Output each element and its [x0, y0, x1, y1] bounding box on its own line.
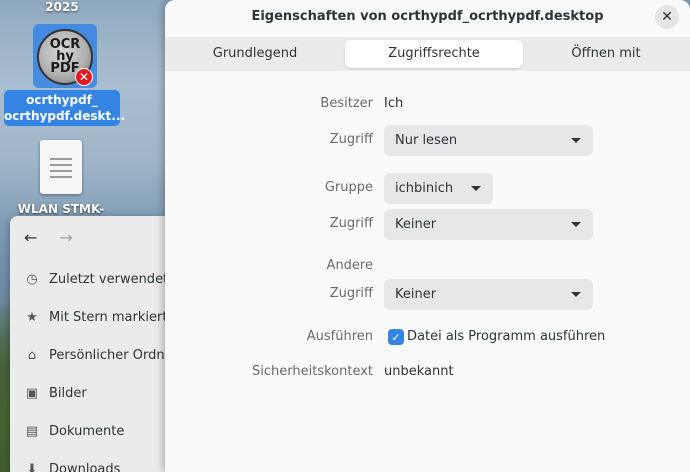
- group-dropdown[interactable]: ichbinich: [384, 173, 493, 204]
- desktop-icon-label-wlan[interactable]: WLAN STMK-: [6, 202, 116, 216]
- execute-checkbox[interactable]: ✓: [388, 329, 404, 345]
- pictures-icon: ▣: [25, 385, 39, 401]
- tab-zugriffsrechte[interactable]: Zugriffsrechte: [345, 40, 523, 68]
- security-context-label: Sicherheitskontext: [252, 364, 373, 379]
- group-value: ichbinich: [395, 181, 454, 196]
- others-access-value: Keiner: [395, 287, 437, 302]
- tab-bar: Grundlegend Zugriffsrechte Öffnen mit: [165, 37, 690, 71]
- tab-oeffnen-mit[interactable]: Öffnen mit: [535, 40, 677, 68]
- group-access-dropdown[interactable]: Keiner: [384, 209, 593, 240]
- group-access-label: Zugriff: [329, 216, 373, 231]
- sidebar-item-label: Dokumente: [49, 423, 125, 439]
- error-badge-icon: ✕: [75, 68, 93, 86]
- others-access-label: Zugriff: [329, 286, 373, 301]
- home-icon: ⌂: [27, 347, 37, 363]
- chevron-down-icon: [571, 222, 581, 227]
- sidebar-item-label: Zuletzt verwendet: [49, 271, 169, 287]
- others-access-dropdown[interactable]: Keiner: [384, 279, 593, 310]
- owner-value: Ich: [384, 96, 404, 111]
- forward-arrow-icon[interactable]: →: [59, 228, 72, 247]
- group-access-value: Keiner: [395, 217, 437, 232]
- sidebar-item-label: Mit Stern markiert: [49, 309, 168, 325]
- documents-icon: ▤: [25, 423, 39, 439]
- tab-grundlegend[interactable]: Grundlegend: [177, 40, 333, 68]
- security-context-value: unbekannt: [384, 364, 454, 379]
- back-arrow-icon[interactable]: ←: [24, 228, 37, 247]
- star-icon: ★: [26, 309, 38, 325]
- execute-label: Ausführen: [306, 329, 373, 344]
- desktop-icon-label-line1: ocrthypdf_: [26, 93, 98, 107]
- owner-label: Besitzer: [320, 96, 373, 111]
- sidebar-item-label: Bilder: [49, 385, 87, 401]
- others-label: Andere: [326, 258, 373, 273]
- chevron-down-icon: [571, 292, 581, 297]
- sidebar-item-label: Downloads: [49, 461, 121, 472]
- group-label: Gruppe: [324, 180, 373, 195]
- chevron-down-icon: [471, 186, 481, 191]
- execute-checkbox-label[interactable]: Datei als Programm ausführen: [407, 329, 605, 344]
- recent-icon: ◷: [26, 271, 38, 287]
- dialog-titlebar[interactable]: Eigenschaften von ocrthypdf_ocrthypdf.de…: [165, 0, 690, 36]
- navigation-buttons: ← →: [24, 228, 73, 247]
- owner-access-value: Nur lesen: [395, 133, 458, 148]
- sidebar-item-label: Persönlicher Ordner: [49, 347, 178, 363]
- text-document-icon[interactable]: [40, 140, 82, 194]
- owner-access-dropdown[interactable]: Nur lesen: [384, 125, 593, 156]
- desktop-icon-ocrthypdf[interactable]: OCR hy PDF ✕ ocrthypdf_ ocrthypdf.deskt.…: [4, 24, 125, 128]
- desktop-icon-label-2025[interactable]: 2025: [44, 0, 80, 14]
- close-icon: ✕: [661, 9, 673, 25]
- downloads-icon: ⬇: [26, 461, 38, 472]
- checkmark-icon: ✓: [391, 330, 401, 344]
- dialog-title: Eigenschaften von ocrthypdf_ocrthypdf.de…: [251, 9, 604, 24]
- chevron-down-icon: [571, 138, 581, 143]
- properties-dialog: Eigenschaften von ocrthypdf_ocrthypdf.de…: [165, 0, 690, 472]
- desktop-icon-label: ocrthypdf_ ocrthypdf.deskt...: [4, 90, 125, 126]
- close-button[interactable]: ✕: [655, 5, 679, 29]
- owner-access-label: Zugriff: [329, 132, 373, 147]
- desktop-icon-label-line2: ocrthypdf.deskt...: [4, 109, 125, 123]
